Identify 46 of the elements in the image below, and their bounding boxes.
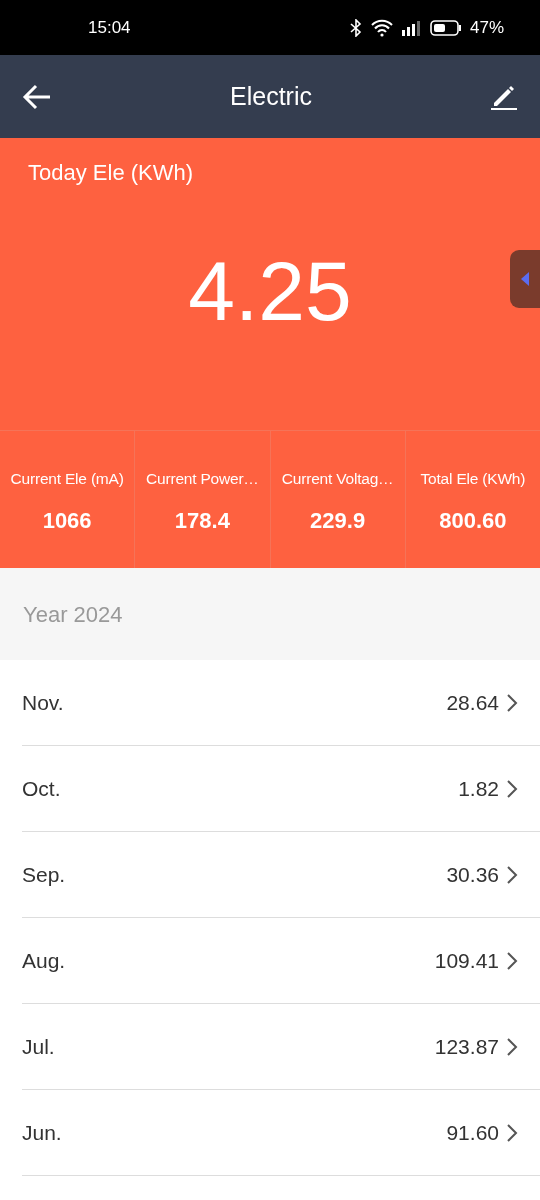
stat-label: Total Ele (KWh) [420, 470, 526, 487]
back-button[interactable] [22, 83, 52, 110]
chevron-right-icon [507, 693, 518, 712]
bluetooth-icon [349, 18, 362, 37]
page-title: Electric [230, 80, 312, 112]
battery-percent: 47% [469, 16, 504, 39]
month-value: 109.41 [434, 947, 499, 974]
stat-label: Current Voltag… [281, 470, 394, 487]
stat-value: 800.60 [439, 508, 507, 534]
month-name: Nov. [22, 689, 64, 716]
month-row[interactable]: Oct. 1.82 [22, 746, 540, 832]
stat-value: 178.4 [174, 508, 230, 534]
stat-label: Current Ele (mA) [10, 470, 124, 487]
month-name: Jun. [22, 1119, 62, 1146]
year-heading: Year 2024 [23, 600, 123, 629]
chevron-right-icon [507, 1037, 518, 1056]
back-arrow-icon [22, 83, 52, 110]
today-value: 4.25 [188, 249, 352, 333]
month-row[interactable]: Nov. 28.64 [22, 660, 540, 746]
month-row[interactable]: Aug. 109.41 [22, 918, 540, 1004]
month-row[interactable]: Jul. 123.87 [22, 1004, 540, 1090]
month-name: Jul. [22, 1033, 55, 1060]
chevron-right-icon [507, 951, 518, 970]
month-name: Aug. [22, 947, 66, 974]
month-row[interactable]: Sep. 30.36 [22, 832, 540, 918]
signal-icon [401, 19, 422, 36]
stat-value: 229.9 [310, 508, 366, 534]
left-triangle-icon [521, 272, 529, 286]
month-value: 123.87 [434, 1033, 499, 1060]
battery-icon [429, 19, 462, 36]
stat-label: Current Power… [146, 470, 259, 487]
chevron-right-icon [507, 1123, 518, 1142]
chevron-right-icon [507, 779, 518, 798]
side-panel-handle[interactable] [510, 250, 540, 308]
status-time: 15:04 [88, 16, 131, 39]
today-label: Today Ele (KWh) [27, 159, 195, 187]
chevron-right-icon [507, 865, 518, 884]
month-row[interactable]: Jun. 91.60 [22, 1090, 540, 1176]
stat-value: 1066 [42, 508, 92, 534]
month-name: Sep. [22, 861, 66, 888]
month-value: 28.64 [446, 689, 499, 716]
month-name: Oct. [22, 775, 61, 802]
month-value: 91.60 [446, 1119, 499, 1146]
wifi-icon [369, 18, 394, 37]
month-value: 1.82 [458, 775, 499, 802]
month-value: 30.36 [446, 861, 499, 888]
